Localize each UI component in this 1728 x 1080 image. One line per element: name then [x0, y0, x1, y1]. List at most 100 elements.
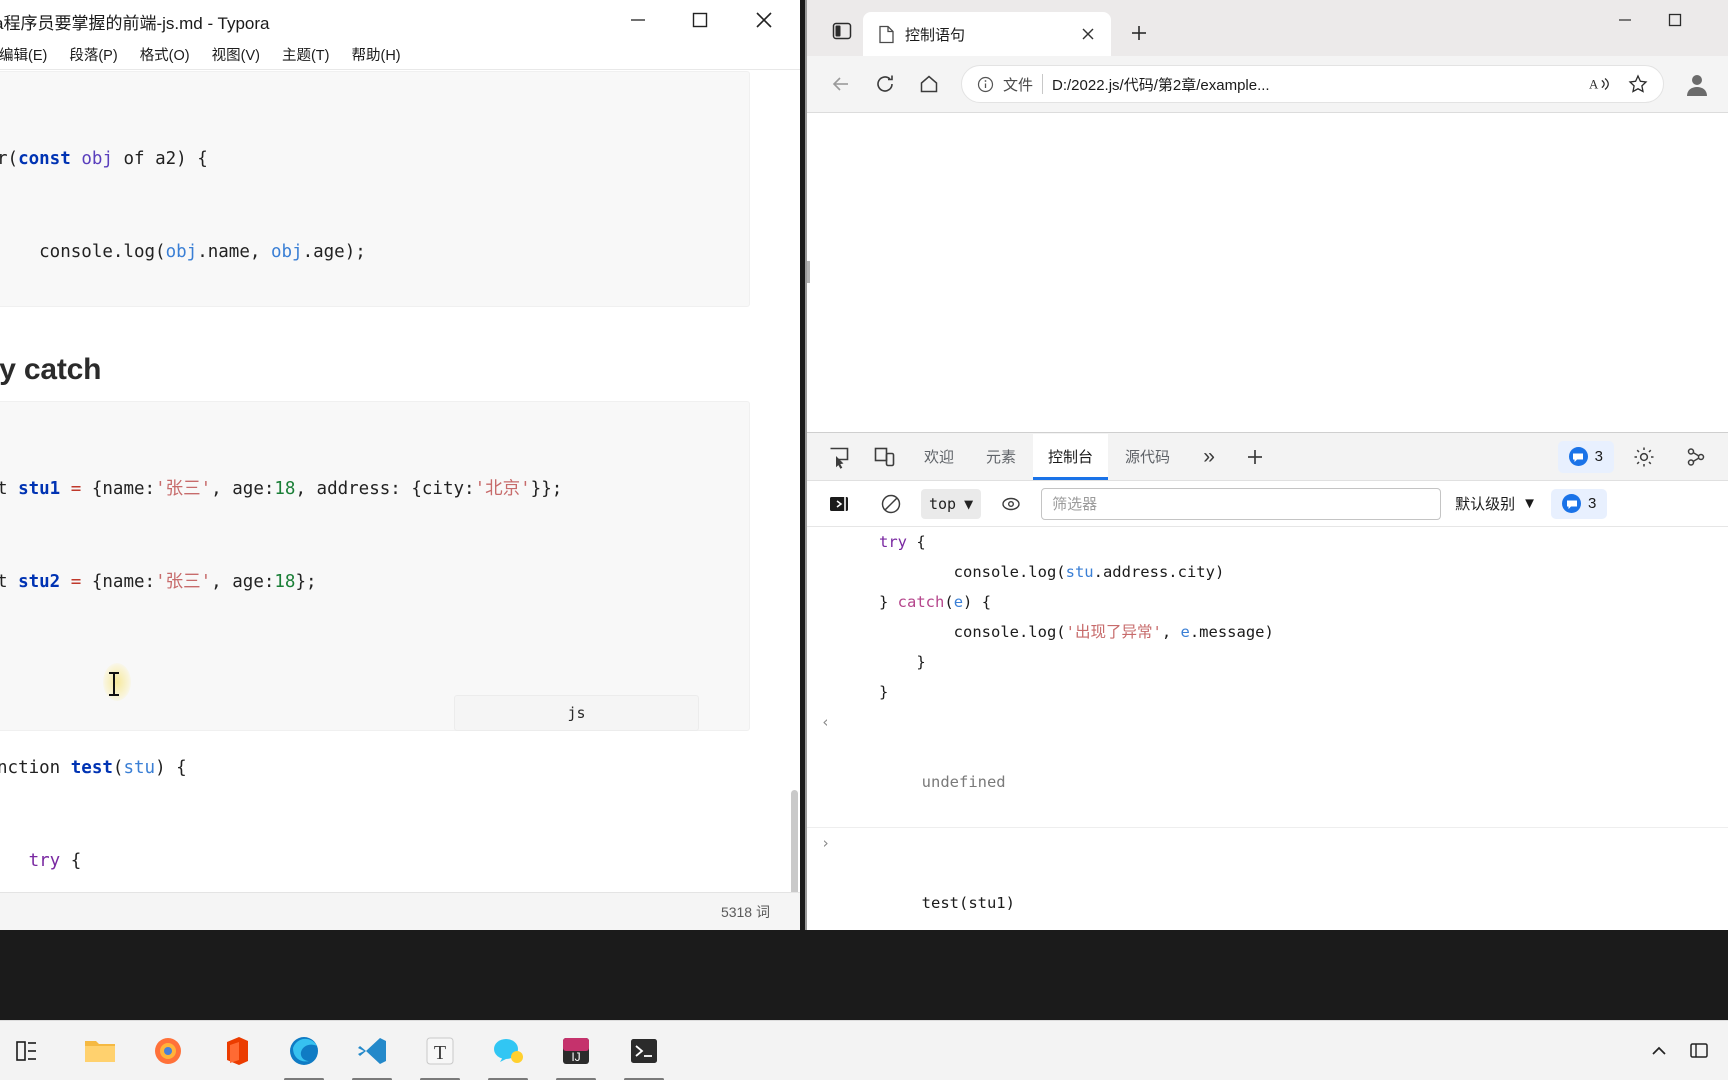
devtools-tabbar[interactable]: 欢迎 元素 控制台 源代码 » 3 [807, 433, 1728, 481]
chevron-down-icon: ▼ [964, 494, 974, 513]
notification-icon[interactable] [1686, 1038, 1712, 1064]
word-count[interactable]: 5318 词 [721, 902, 770, 922]
code-language-badge[interactable]: js [454, 695, 699, 731]
console-filter-bar[interactable]: top ▼ 筛选器 默认级别 ▼ 3 [807, 481, 1728, 527]
menu-item-format[interactable]: 格式(O) [129, 44, 201, 65]
star-icon[interactable] [1623, 69, 1653, 99]
message-bubble-icon [1568, 447, 1588, 466]
clear-console-icon[interactable] [869, 484, 913, 524]
tab-elements[interactable]: 元素 [971, 434, 1031, 480]
code-line: t stu2 = {name:'张三', age:18}; [0, 572, 317, 592]
typora-document-area[interactable]: r(const obj of a2) { console.log(obj.nam… [0, 71, 800, 892]
tab-sources[interactable]: 源代码 [1110, 434, 1185, 480]
execution-context-select[interactable]: top ▼ [921, 488, 982, 519]
svg-text:IJ: IJ [571, 1050, 580, 1064]
console-output[interactable]: try { console.log(stu.address.city) } ca… [807, 527, 1728, 930]
close-icon[interactable] [1075, 21, 1101, 47]
taskbar-item-wechat-devtools[interactable] [474, 1021, 542, 1080]
console-row[interactable]: ‹ undefined [807, 707, 1728, 828]
input-arrow-icon: › [821, 834, 831, 852]
windows-taskbar[interactable]: T IJ [0, 1020, 1728, 1080]
typora-menubar[interactable]: 编辑(E) 段落(P) 格式(O) 视图(V) 主题(T) 帮助(H) [0, 40, 800, 70]
info-circle-icon[interactable] [976, 75, 994, 93]
console-filter-input[interactable]: 筛选器 [1041, 487, 1442, 520]
home-icon[interactable] [909, 64, 949, 104]
menu-item-theme[interactable]: 主题(T) [271, 44, 341, 65]
log-level-select[interactable]: 默认级别 ▼ [1449, 493, 1543, 514]
menu-item-view[interactable]: 视图(V) [201, 44, 271, 65]
typora-titlebar[interactable]: a程序员要掌握的前端-js.md - Typora [0, 0, 800, 40]
code-block-for-of[interactable]: r(const obj of a2) { console.log(obj.nam… [0, 71, 750, 634]
issues-badge[interactable]: 3 [1557, 440, 1614, 473]
code-line: try { [28, 851, 82, 871]
chevron-down-icon: ▼ [1522, 495, 1537, 512]
omnibox-divider [1042, 74, 1044, 94]
eye-icon[interactable] [989, 484, 1033, 524]
customize-devtools-icon[interactable] [1674, 437, 1718, 477]
console-row[interactable]: › test(stu1) [807, 828, 1728, 930]
devtools-panel[interactable]: 欢迎 元素 控制台 源代码 » 3 top ▼ 筛选器 默认级别 ▼ 3 try… [807, 432, 1728, 930]
menu-item-edit[interactable]: 编辑(E) [0, 44, 58, 65]
log-level-value: 默认级别 [1455, 496, 1516, 513]
svg-text:T: T [434, 1042, 446, 1064]
tab-list-icon[interactable] [821, 11, 863, 51]
typora-minimize-button[interactable] [610, 0, 666, 40]
gear-icon[interactable] [1622, 437, 1666, 477]
device-toolbar-icon[interactable] [863, 437, 907, 477]
browser-tabstrip[interactable]: 控制语句 [807, 0, 1728, 56]
taskbar-item-typora[interactable]: T [406, 1021, 474, 1080]
taskbar-item-terminal[interactable] [610, 1021, 678, 1080]
url-text[interactable]: D:/2022.js/代码/第2章/example... [1052, 74, 1577, 95]
edge-browser-window[interactable]: 控制语句 文件 D:/2022.js/代码/第2章/example... A 欢… [805, 0, 1728, 930]
browser-navigation-bar[interactable]: 文件 D:/2022.js/代码/第2章/example... A [807, 56, 1728, 112]
refresh-icon[interactable] [865, 64, 905, 104]
taskbar-item-firefox[interactable] [134, 1021, 202, 1080]
message-count: 3 [1588, 495, 1597, 512]
taskbar-item-file-explorer[interactable] [66, 1021, 134, 1080]
console-message-count-badge[interactable]: 3 [1551, 488, 1608, 519]
chevron-double-right-icon[interactable]: » [1187, 437, 1231, 477]
typora-maximize-button[interactable] [672, 0, 728, 40]
code-block-try-catch[interactable]: t stu1 = {name:'张三', age:18, address: {c… [0, 401, 750, 871]
new-tab-button[interactable] [1119, 13, 1159, 53]
result-arrow-icon: ‹ [821, 713, 831, 731]
chevron-up-icon[interactable] [1646, 1038, 1672, 1064]
profile-avatar[interactable] [1680, 67, 1714, 101]
url-scheme-label: 文件 [1003, 76, 1034, 94]
taskbar-item-intellij-idea[interactable]: IJ [542, 1021, 610, 1080]
typora-window[interactable]: a程序员要掌握的前端-js.md - Typora 编辑(E) 段落(P) 格式… [0, 0, 800, 930]
console-sidebar-icon[interactable] [817, 484, 861, 524]
console-text: undefined [921, 773, 1006, 791]
address-bar[interactable]: 文件 D:/2022.js/代码/第2章/example... A [961, 65, 1664, 103]
menu-item-paragraph[interactable]: 段落(P) [58, 44, 128, 65]
start-icon[interactable] [4, 1038, 50, 1064]
taskbar-item-office[interactable] [202, 1021, 270, 1080]
page-content-area[interactable] [807, 112, 1728, 432]
back-arrow-icon[interactable] [821, 64, 861, 104]
read-aloud-icon[interactable]: A [1586, 70, 1614, 98]
menu-item-help[interactable]: 帮助(H) [340, 44, 411, 65]
system-tray[interactable] [1646, 1038, 1728, 1064]
taskbar-item-visual-studio-code[interactable] [338, 1021, 406, 1080]
tab-title: 控制语句 [905, 26, 966, 44]
document-icon [877, 25, 895, 43]
add-panel-button[interactable] [1233, 437, 1277, 477]
tab-welcome[interactable]: 欢迎 [909, 434, 969, 480]
message-bubble-icon [1562, 494, 1581, 513]
inspect-element-icon[interactable] [817, 437, 861, 477]
tab-console[interactable]: 控制台 [1033, 433, 1109, 480]
taskbar-app-list[interactable]: T IJ [66, 1021, 678, 1080]
browser-minimize-button[interactable] [1600, 0, 1650, 40]
page-scroll-indicator[interactable] [807, 261, 810, 283]
typora-scrollbar[interactable] [791, 790, 798, 898]
code-line: console.log(obj.name, obj.age); [0, 242, 366, 262]
taskbar-item-microsoft-edge[interactable] [270, 1021, 338, 1080]
browser-tab-active[interactable]: 控制语句 [863, 12, 1111, 56]
typora-statusbar: 5318 词 [0, 892, 800, 930]
filter-placeholder: 筛选器 [1052, 496, 1098, 513]
code-line: nction test(stu) { [0, 758, 187, 778]
browser-maximize-button[interactable] [1650, 0, 1700, 40]
typora-close-button[interactable] [736, 0, 792, 40]
